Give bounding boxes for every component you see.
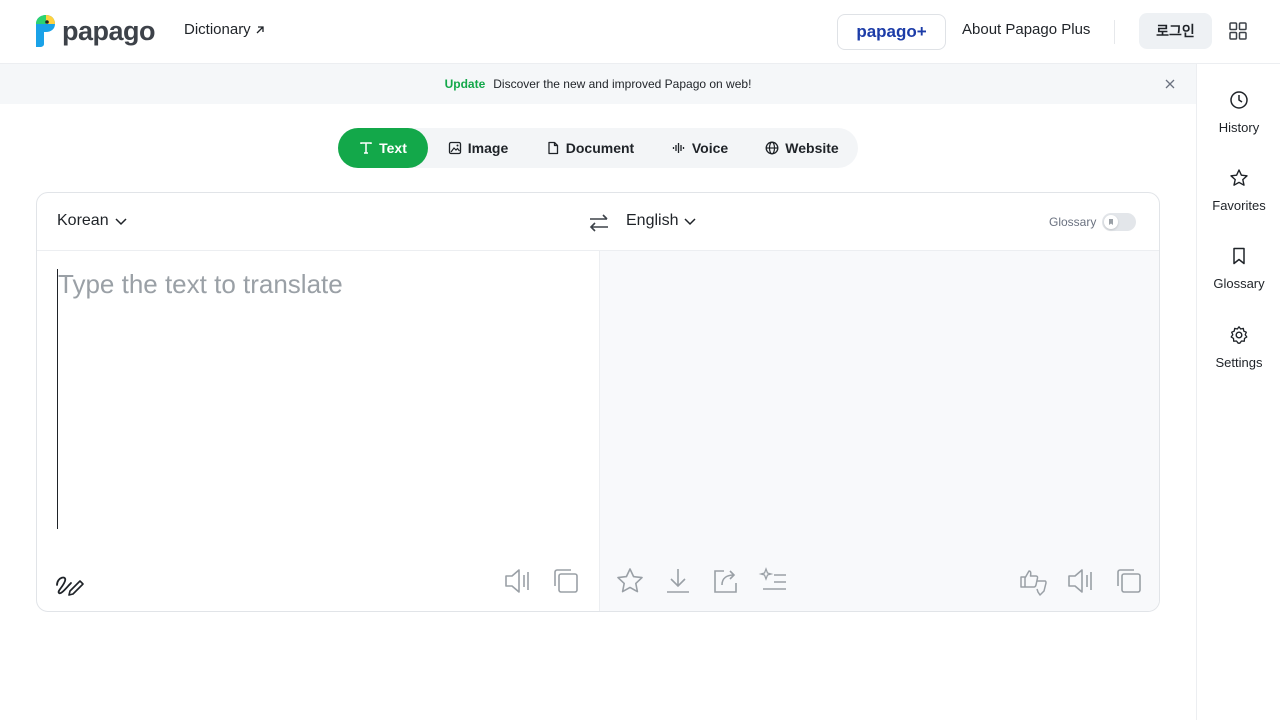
language-bar: Korean English Glossary: [37, 193, 1159, 251]
update-banner: Update Discover the new and improved Pap…: [0, 64, 1196, 104]
sidebar-item-glossary[interactable]: Glossary: [1197, 246, 1280, 291]
top-header: papago Dictionary papago+ About Papago P…: [0, 0, 1280, 64]
gear-icon: [1230, 326, 1248, 344]
translator-card: Korean English Glossary: [36, 192, 1160, 612]
share-icon[interactable]: [710, 565, 742, 597]
star-icon[interactable]: [614, 565, 646, 597]
tab-label: Image: [467, 140, 509, 156]
apps-grid-icon[interactable]: [1228, 21, 1248, 41]
close-icon[interactable]: [1162, 76, 1178, 92]
source-pane: [37, 251, 599, 611]
copy-source-icon[interactable]: [550, 565, 582, 597]
bookmark-icon: [1109, 219, 1114, 225]
target-language-select[interactable]: English: [626, 212, 698, 230]
header-divider: [1114, 20, 1115, 44]
listen-source-icon[interactable]: [502, 565, 534, 597]
voice-icon: [672, 143, 684, 153]
tab-text[interactable]: Text: [338, 128, 428, 168]
chevron-down-icon: [684, 218, 697, 226]
target-language-label: English: [626, 212, 679, 229]
tab-voice[interactable]: Voice: [660, 128, 740, 168]
tab-label: Text: [379, 140, 407, 156]
handwriting-icon[interactable]: [53, 565, 85, 597]
ai-list-icon[interactable]: [758, 565, 790, 597]
glossary-toggle-group: Glossary: [1049, 213, 1137, 231]
copy-target-icon[interactable]: [1113, 565, 1145, 597]
globe-icon: [765, 141, 779, 155]
tab-document[interactable]: Document: [538, 128, 642, 168]
tab-website[interactable]: Website: [756, 128, 848, 168]
listen-target-icon[interactable]: [1065, 565, 1097, 597]
source-language-label: Korean: [57, 212, 109, 229]
sidebar-item-history[interactable]: History: [1197, 90, 1280, 135]
tab-image[interactable]: Image: [438, 128, 518, 168]
login-button[interactable]: 로그인: [1139, 13, 1212, 49]
papago-plus-button[interactable]: papago+: [837, 14, 946, 50]
toggle-knob: [1104, 215, 1119, 229]
logo-text: papago: [62, 15, 156, 46]
star-icon: [1230, 169, 1248, 186]
download-icon[interactable]: [662, 565, 694, 597]
swap-languages-icon[interactable]: [587, 211, 611, 235]
chevron-down-icon: [115, 218, 127, 226]
sidebar-item-favorites[interactable]: Favorites: [1197, 168, 1280, 213]
parrot-logo-icon: [36, 15, 55, 47]
sidebar-item-label: Settings: [1215, 355, 1263, 370]
tab-label: Voice: [691, 140, 729, 156]
sidebar-item-label: History: [1218, 120, 1260, 135]
image-icon: [448, 141, 461, 155]
sidebar-item-label: Favorites: [1212, 198, 1266, 213]
dictionary-link[interactable]: Dictionary: [184, 21, 266, 38]
document-icon: [548, 141, 558, 155]
source-text-input[interactable]: [57, 269, 577, 529]
sidebar-item-label: Glossary: [1213, 276, 1265, 291]
translation-mode-tabs: Text Image Document Voice Website: [338, 128, 858, 168]
target-pane: [599, 251, 1159, 611]
feedback-thumbs-icon[interactable]: [1017, 565, 1049, 597]
papago-logo[interactable]: papago: [32, 14, 156, 48]
bookmark-icon: [1233, 247, 1245, 265]
banner-text: Discover the new and improved Papago on …: [493, 77, 752, 91]
sidebar-item-settings[interactable]: Settings: [1197, 325, 1280, 370]
dictionary-label: Dictionary: [184, 21, 251, 38]
clock-icon: [1230, 91, 1248, 109]
external-arrow-icon: [256, 25, 264, 33]
tab-label: Document: [565, 140, 635, 156]
text-icon: [360, 142, 372, 154]
right-sidebar: History Favorites Glossary Settings: [1196, 64, 1280, 720]
about-papago-plus-link[interactable]: About Papago Plus: [962, 21, 1090, 38]
tab-label: Website: [785, 140, 839, 156]
source-language-select[interactable]: Korean: [57, 212, 129, 230]
banner-tag: Update: [444, 77, 486, 91]
glossary-toggle-label: Glossary: [1049, 215, 1097, 229]
glossary-toggle[interactable]: [1102, 213, 1137, 231]
